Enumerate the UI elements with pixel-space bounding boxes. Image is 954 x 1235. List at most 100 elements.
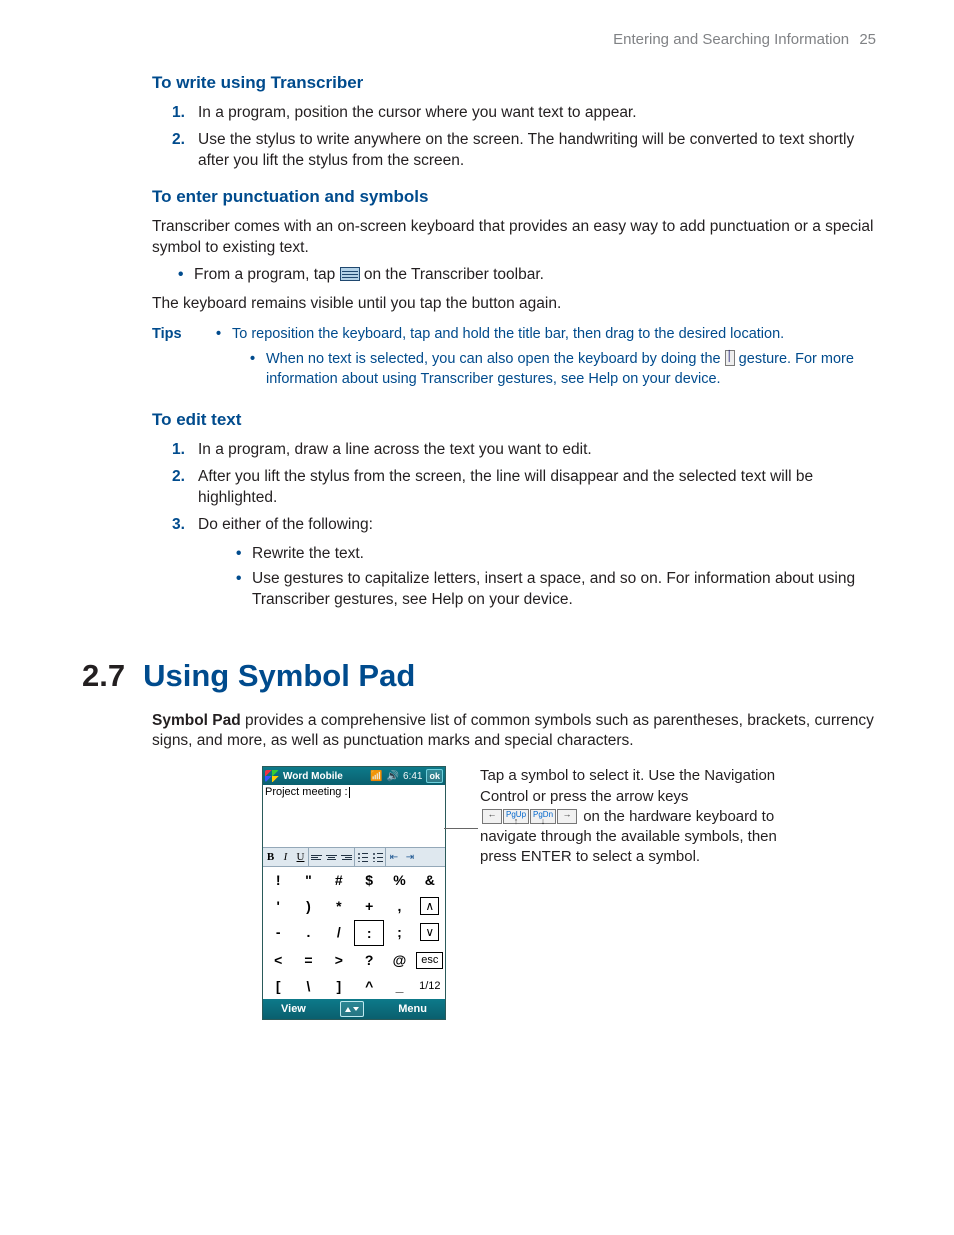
list-item: 2.After you lift the stylus from the scr… [172,467,876,509]
device-titlebar: Word Mobile 📶 🔊 6:41 ok [263,767,445,785]
underline-button[interactable]: U [293,850,308,865]
section-title: 2.7 Using Symbol Pad [82,655,876,697]
page-down-button[interactable]: ∨ [420,923,439,941]
callout-leader-line [444,828,478,829]
numbered-list-button[interactable] [370,851,385,863]
key-pgdn: PgDn↓ [530,809,556,824]
symbol-cell[interactable]: $ [354,867,384,893]
symbol-cell[interactable]: ] [324,973,354,999]
symbol-cell[interactable]: & [415,867,445,893]
symbol-cell[interactable]: esc [415,947,445,973]
doc-text: Project meeting : [265,786,348,798]
list-item: 3.Do either of the following: Rewrite th… [172,515,876,611]
list-item: 2.Use the stylus to write anywhere on th… [172,130,876,172]
figure-row: Word Mobile 📶 🔊 6:41 ok Project meeting … [262,766,876,1020]
device-screenshot: Word Mobile 📶 🔊 6:41 ok Project meeting … [262,766,446,1020]
symbol-cell[interactable]: : [354,920,384,946]
symbol-cell[interactable]: + [354,893,384,919]
subhead-edit-text: To edit text [152,409,876,432]
intro-para: Transcriber comes with an on-screen keyb… [152,217,876,259]
symbol-cell[interactable]: \ [293,973,323,999]
bulleted-list-button[interactable] [355,851,370,863]
signal-icon: 📶 [370,770,382,784]
symbol-cell[interactable]: ? [354,947,384,973]
symbol-cell[interactable]: < [263,947,293,973]
decrease-indent-button[interactable]: ⇤ [386,851,402,865]
page-up-button[interactable]: ∧ [420,897,439,915]
tips-body: To reposition the keyboard, tap and hold… [216,325,876,396]
ok-button[interactable]: ok [426,769,443,783]
step-text: Do either of the following: [198,516,373,533]
escape-button[interactable]: esc [416,952,443,969]
align-center-button[interactable] [324,851,339,863]
italic-button[interactable]: I [278,850,293,865]
sub-item: Rewrite the text. [236,544,876,565]
softkey-view[interactable]: View [281,1002,306,1017]
symbol-cell[interactable]: ! [263,867,293,893]
symbol-cell[interactable]: - [263,919,293,945]
steps-write-transcriber: 1.In a program, position the cursor wher… [172,103,876,172]
align-right-button[interactable] [339,851,354,863]
section-intro: Symbol Pad provides a comprehensive list… [152,711,876,753]
key-pgup: PgUp↑ [503,809,529,824]
symbol-cell[interactable]: % [384,867,414,893]
align-left-button[interactable] [309,851,324,863]
tips-label: Tips [152,325,188,396]
figure-callout: Tap a symbol to select it. Use the Navig… [480,766,780,867]
volume-icon: 🔊 [387,770,399,784]
key-right: → [557,809,577,824]
step-text: In a program, draw a line across the tex… [198,441,592,458]
sub-text: Use gestures to capitalize letters, inse… [252,570,855,608]
symbol-cell[interactable]: ^ [354,973,384,999]
symbol-cell[interactable]: ; [384,919,414,945]
symbol-cell[interactable]: _ [384,973,414,999]
list-item: From a program, tap on the Transcriber t… [178,265,876,286]
document-text-line: Project meeting : [265,786,443,799]
section-heading: Using Symbol Pad [143,658,415,693]
symbol-cell[interactable]: , [384,893,414,919]
increase-indent-button[interactable]: ⇥ [402,851,418,865]
steps-edit-text: 1.In a program, draw a line across the t… [172,440,876,610]
step-text: In a program, position the cursor where … [198,104,637,121]
page: Entering and Searching Information 25 To… [0,0,954,1235]
text-caret-icon [349,787,350,798]
softkey-menu[interactable]: Menu [398,1002,427,1017]
bold-button[interactable]: B [263,850,278,865]
gesture-icon: │ [725,350,735,366]
content-column: To write using Transcriber 1.In a progra… [152,72,876,1020]
intro-bold: Symbol Pad [152,712,241,729]
symbol-cell[interactable]: " [293,867,323,893]
step-text: After you lift the stylus from the scree… [198,468,813,506]
symbol-cell[interactable]: * [324,893,354,919]
symbol-cell[interactable]: / [324,919,354,945]
page-indicator: 1/12 [415,973,445,999]
intro-rest: provides a comprehensive list of common … [152,712,874,750]
sip-toggle-button[interactable] [340,1001,364,1017]
running-header: Entering and Searching Information 25 [82,30,876,50]
tip-nested-pre: When no text is selected, you can also o… [266,351,725,367]
symbol-cell[interactable]: = [293,947,323,973]
symbol-cell[interactable]: ∨ [415,919,445,945]
symbol-cell[interactable]: ) [293,893,323,919]
symbol-cell[interactable]: [ [263,973,293,999]
symbol-cell[interactable]: @ [384,947,414,973]
callout-text-1: Tap a symbol to select it. Use the Navig… [480,767,775,804]
subhead-write-transcriber: To write using Transcriber [152,72,876,95]
symbol-cell[interactable]: ' [263,893,293,919]
section-number: 2.7 [82,658,125,693]
sub-text: Rewrite the text. [252,545,364,562]
sub-item: Use gestures to capitalize letters, inse… [236,569,876,611]
symbol-cell[interactable]: ∧ [415,893,445,919]
symbol-cell[interactable]: . [293,919,323,945]
tips-block: Tips To reposition the keyboard, tap and… [152,325,876,396]
key-left: ← [482,809,502,824]
step-text: Use the stylus to write anywhere on the … [198,131,854,169]
symbol-cell[interactable]: # [324,867,354,893]
document-area[interactable]: Project meeting : [263,785,445,847]
keyboard-icon [340,267,360,281]
app-title: Word Mobile [283,770,343,784]
bullet-list: From a program, tap on the Transcriber t… [178,265,876,286]
list-item: 1.In a program, draw a line across the t… [172,440,876,461]
symbol-cell[interactable]: > [324,947,354,973]
chapter-title: Entering and Searching Information [613,31,849,48]
